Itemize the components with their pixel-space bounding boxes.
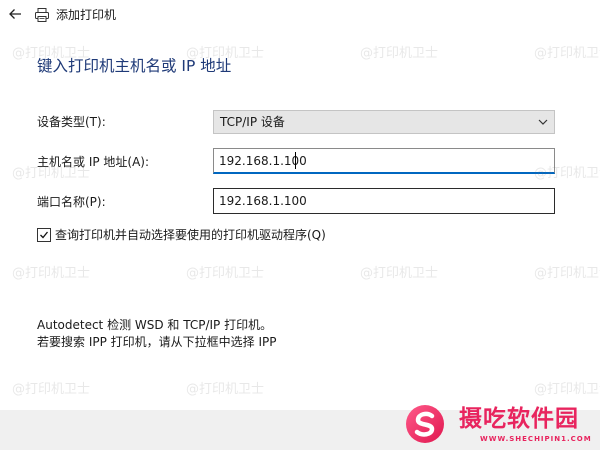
- query-printer-label: 查询打印机并自动选择要使用的打印机驱动程序(Q): [55, 228, 326, 242]
- title-bar: 添加打印机: [0, 0, 600, 32]
- host-label: 主机名或 IP 地址(A):: [37, 155, 150, 169]
- watermark: @打印机卫士: [360, 266, 439, 281]
- info-text-line-1: Autodetect 检测 WSD 和 TCP/IP 打印机。: [37, 318, 273, 332]
- window-title: 添加打印机: [56, 8, 117, 22]
- watermark: @打印机卫士: [534, 382, 600, 397]
- logo-name: 摄吃软件园: [459, 406, 579, 432]
- port-name-input[interactable]: 192.168.1.100: [213, 188, 555, 214]
- chevron-down-icon: [538, 119, 548, 125]
- device-type-select[interactable]: TCP/IP 设备: [213, 110, 555, 134]
- watermark: @打印机卫士: [360, 46, 439, 61]
- info-text-line-2: 若要搜索 IPP 打印机，请从下拉框中选择 IPP: [37, 335, 277, 349]
- logo-url: WWW.SHECHIPIN1.COM: [480, 435, 592, 443]
- host-value: 192.168.1.100: [219, 154, 307, 168]
- watermark: @打印机卫士: [186, 266, 265, 281]
- watermark: @打印机卫士: [186, 382, 265, 397]
- device-type-value: TCP/IP 设备: [220, 115, 285, 129]
- watermark: @打印机卫士: [534, 46, 600, 61]
- port-value: 192.168.1.100: [219, 194, 307, 208]
- watermark: @打印机卫士: [12, 266, 91, 281]
- site-logo: 摄吃软件园 WWW.SHECHIPIN1.COM: [405, 402, 595, 448]
- back-button[interactable]: [4, 3, 26, 25]
- query-printer-checkbox[interactable]: [37, 228, 51, 242]
- watermark: @打印机卫士: [12, 382, 91, 397]
- port-label: 端口名称(P):: [37, 195, 106, 209]
- arrow-left-icon: [9, 9, 21, 19]
- device-type-label: 设备类型(T):: [37, 115, 106, 129]
- host-input[interactable]: 192.168.1.100: [213, 148, 555, 174]
- checkmark-icon: [40, 231, 49, 239]
- watermark: @打印机卫士: [534, 266, 600, 281]
- text-caret: [295, 152, 296, 169]
- logo-badge-icon: [406, 405, 444, 443]
- page-heading: 键入打印机主机名或 IP 地址: [37, 57, 232, 75]
- printer-icon: [35, 8, 49, 22]
